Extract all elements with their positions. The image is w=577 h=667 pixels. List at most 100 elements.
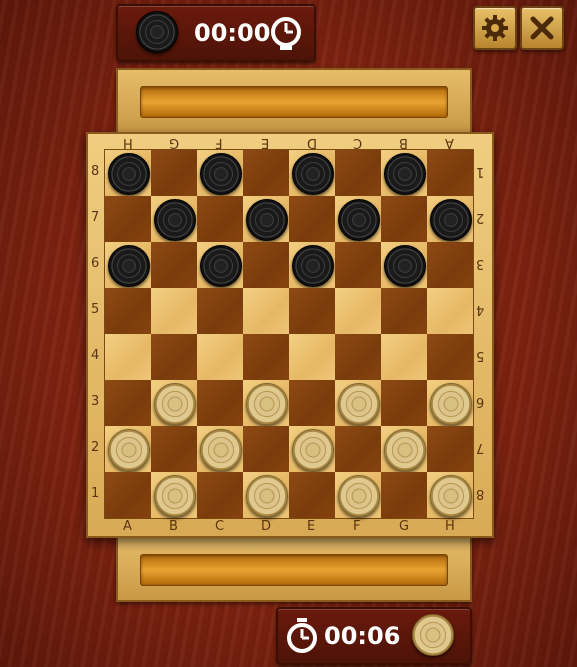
board-square-F5[interactable] — [335, 288, 381, 334]
board-square-F8[interactable] — [335, 150, 381, 196]
opponent-timer: 00:00 — [194, 19, 271, 47]
board-square-H1[interactable] — [427, 472, 473, 518]
board-square-B1[interactable] — [151, 472, 197, 518]
board-square-C8[interactable] — [197, 150, 243, 196]
rank-label-right: 4 — [476, 302, 485, 317]
black-checker[interactable] — [338, 199, 380, 241]
rank-label-left: 3 — [91, 394, 100, 409]
board-square-C6[interactable] — [197, 242, 243, 288]
board-square-A3[interactable] — [105, 380, 151, 426]
board-square-A5[interactable] — [105, 288, 151, 334]
opponent-piece-icon — [136, 11, 178, 53]
rank-label-right: 6 — [476, 394, 485, 409]
board-square-E5[interactable] — [289, 288, 335, 334]
board-square-G5[interactable] — [381, 288, 427, 334]
board-square-C2[interactable] — [197, 426, 243, 472]
board-square-C3[interactable] — [197, 380, 243, 426]
settings-button[interactable] — [473, 6, 517, 50]
board-square-B5[interactable] — [151, 288, 197, 334]
white-checker[interactable] — [154, 383, 196, 425]
board-square-D4[interactable] — [243, 334, 289, 380]
board-square-F2[interactable] — [335, 426, 381, 472]
board-square-H7[interactable] — [427, 196, 473, 242]
board-square-F6[interactable] — [335, 242, 381, 288]
board-square-A1[interactable] — [105, 472, 151, 518]
black-checker[interactable] — [430, 199, 472, 241]
board-square-D5[interactable] — [243, 288, 289, 334]
checkers-board[interactable] — [104, 149, 474, 519]
board-square-G3[interactable] — [381, 380, 427, 426]
rank-label-left: 8 — [91, 164, 100, 179]
board-square-A8[interactable] — [105, 150, 151, 196]
white-checker[interactable] — [200, 429, 242, 471]
board-square-A7[interactable] — [105, 196, 151, 242]
board-square-A2[interactable] — [105, 426, 151, 472]
black-checker[interactable] — [200, 245, 242, 287]
board-square-G4[interactable] — [381, 334, 427, 380]
board-square-E8[interactable] — [289, 150, 335, 196]
board-square-B4[interactable] — [151, 334, 197, 380]
board-square-A6[interactable] — [105, 242, 151, 288]
board-square-B8[interactable] — [151, 150, 197, 196]
board-square-H2[interactable] — [427, 426, 473, 472]
board-square-F4[interactable] — [335, 334, 381, 380]
black-checker[interactable] — [384, 245, 426, 287]
board-square-C1[interactable] — [197, 472, 243, 518]
board-square-B2[interactable] — [151, 426, 197, 472]
board-square-H4[interactable] — [427, 334, 473, 380]
white-checker[interactable] — [338, 475, 380, 517]
board-square-D2[interactable] — [243, 426, 289, 472]
white-checker[interactable] — [338, 383, 380, 425]
black-checker[interactable] — [384, 153, 426, 195]
black-checker[interactable] — [200, 153, 242, 195]
file-label-bottom: F — [353, 519, 361, 534]
board-square-G1[interactable] — [381, 472, 427, 518]
board-square-C7[interactable] — [197, 196, 243, 242]
board-square-E7[interactable] — [289, 196, 335, 242]
board-square-D3[interactable] — [243, 380, 289, 426]
board-square-H3[interactable] — [427, 380, 473, 426]
white-checker[interactable] — [246, 383, 288, 425]
board-square-D6[interactable] — [243, 242, 289, 288]
close-button[interactable] — [520, 6, 564, 50]
black-checker[interactable] — [246, 199, 288, 241]
board-square-G2[interactable] — [381, 426, 427, 472]
white-checker[interactable] — [430, 383, 472, 425]
white-checker[interactable] — [292, 429, 334, 471]
board-square-G8[interactable] — [381, 150, 427, 196]
board-square-G6[interactable] — [381, 242, 427, 288]
black-checker[interactable] — [292, 153, 334, 195]
black-checker[interactable] — [154, 199, 196, 241]
white-checker[interactable] — [154, 475, 196, 517]
board-square-B6[interactable] — [151, 242, 197, 288]
board-square-A4[interactable] — [105, 334, 151, 380]
board-square-F3[interactable] — [335, 380, 381, 426]
white-checker[interactable] — [430, 475, 472, 517]
board-square-E2[interactable] — [289, 426, 335, 472]
board-square-H5[interactable] — [427, 288, 473, 334]
board-square-H8[interactable] — [427, 150, 473, 196]
board-square-B7[interactable] — [151, 196, 197, 242]
board-square-E6[interactable] — [289, 242, 335, 288]
board-square-D1[interactable] — [243, 472, 289, 518]
white-checker[interactable] — [246, 475, 288, 517]
white-checker[interactable] — [384, 429, 426, 471]
board-square-E3[interactable] — [289, 380, 335, 426]
white-checker[interactable] — [108, 429, 150, 471]
board-square-D8[interactable] — [243, 150, 289, 196]
board-square-G7[interactable] — [381, 196, 427, 242]
board-square-F7[interactable] — [335, 196, 381, 242]
file-label-top: C — [353, 135, 363, 150]
black-checker[interactable] — [108, 245, 150, 287]
board-square-F1[interactable] — [335, 472, 381, 518]
black-checker[interactable] — [292, 245, 334, 287]
board-square-C5[interactable] — [197, 288, 243, 334]
board-square-D7[interactable] — [243, 196, 289, 242]
rank-label-left: 4 — [91, 348, 100, 363]
board-square-E4[interactable] — [289, 334, 335, 380]
black-checker[interactable] — [108, 153, 150, 195]
board-square-E1[interactable] — [289, 472, 335, 518]
board-square-B3[interactable] — [151, 380, 197, 426]
board-square-C4[interactable] — [197, 334, 243, 380]
board-square-H6[interactable] — [427, 242, 473, 288]
